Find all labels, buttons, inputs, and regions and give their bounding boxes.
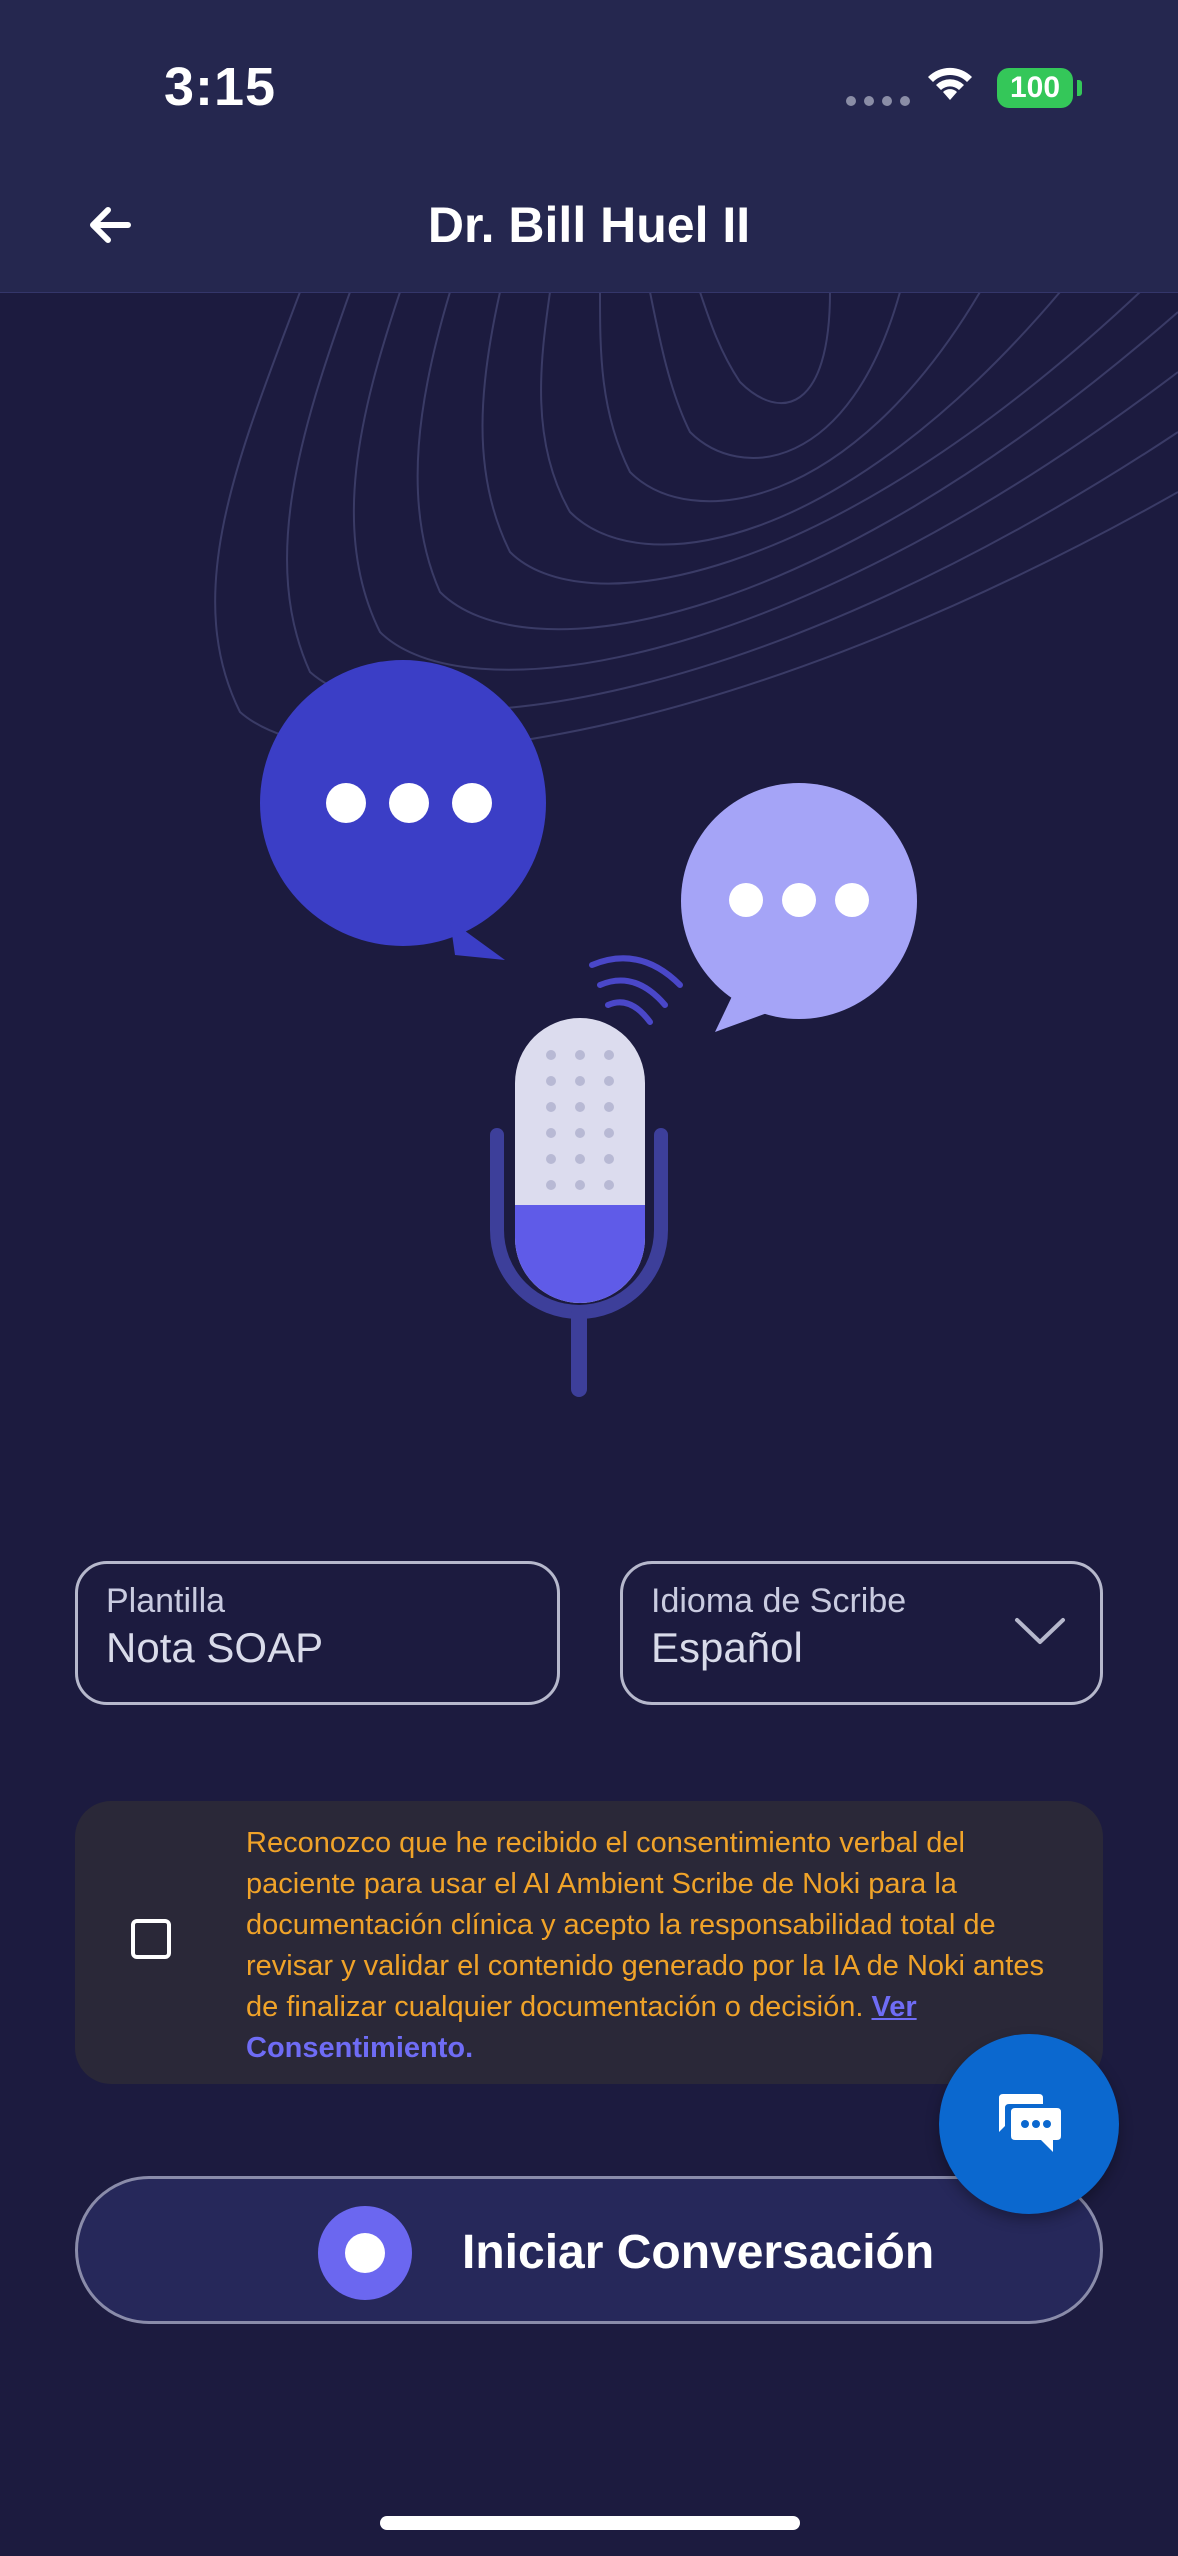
- consent-text: Reconozco que he recibido el consentimie…: [246, 1823, 1066, 2069]
- language-label: Idioma de Scribe: [651, 1582, 907, 1620]
- consent-body: Reconozco que he recibido el consentimie…: [246, 1827, 1044, 2023]
- start-conversation-label: Iniciar Conversación: [462, 2226, 935, 2279]
- consent-checkbox[interactable]: [131, 1919, 171, 1959]
- language-select[interactable]: Idioma de Scribe Español: [620, 1561, 1103, 1705]
- view-consent-link[interactable]: Ver: [871, 1991, 916, 2023]
- template-value: Nota SOAP: [106, 1624, 324, 1671]
- start-conversation-button[interactable]: Iniciar Conversación: [75, 2176, 1103, 2324]
- chat-bubble-large-icon: [260, 660, 546, 960]
- sound-waves-icon: [589, 955, 683, 1025]
- conversation-illustration: [260, 660, 917, 1397]
- template-field[interactable]: Plantilla Nota SOAP: [75, 1561, 560, 1705]
- template-label: Plantilla: [106, 1582, 226, 1620]
- home-indicator: [380, 2516, 800, 2530]
- chat-bubble-small-icon: [681, 783, 917, 1032]
- view-consent-link-continued[interactable]: Consentimiento.: [246, 2032, 473, 2064]
- record-icon: [318, 2206, 412, 2300]
- chat-icon: [999, 2094, 1061, 2152]
- chat-support-button[interactable]: [939, 2034, 1119, 2214]
- language-value: Español: [651, 1624, 803, 1671]
- chevron-down-icon: [1015, 1618, 1065, 1644]
- consent-panel: Reconozco que he recibido el consentimie…: [75, 1801, 1103, 2084]
- microphone-icon: [490, 1018, 668, 1397]
